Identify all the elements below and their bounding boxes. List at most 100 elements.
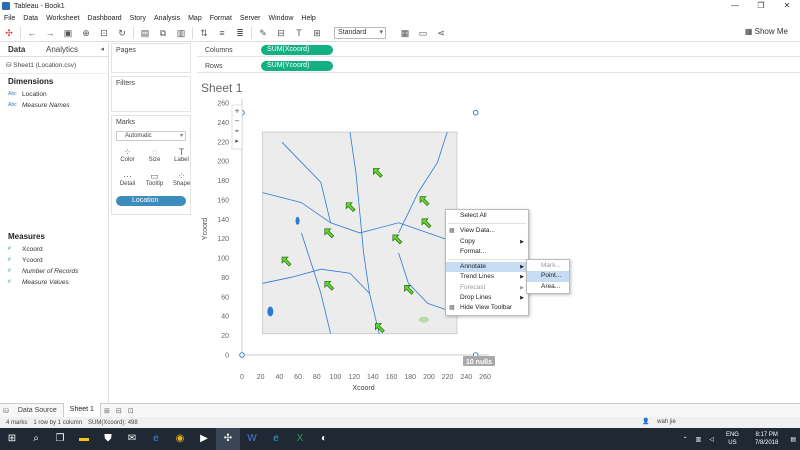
columns-pill[interactable]: SUM(Xcoord) [261, 45, 333, 55]
group-icon[interactable]: ⊟ [276, 28, 286, 38]
duplicate-sheet-icon[interactable]: ⧉ [158, 28, 168, 38]
location-detail-pill[interactable]: Location [116, 196, 186, 206]
tray-chevron-icon[interactable]: ⌃ [683, 436, 688, 443]
new-sheet-icon[interactable]: ⊞ [104, 407, 110, 415]
show-cards-icon[interactable]: ▦ [400, 28, 410, 38]
field-ycoord[interactable]: # Ycoord [0, 255, 108, 266]
mail-icon[interactable]: ✉ [120, 428, 144, 450]
clear-sheet-icon[interactable]: ▥ [176, 28, 186, 38]
filters-card[interactable]: Filters [111, 76, 191, 112]
close-button[interactable]: ✕ [774, 0, 800, 12]
field-measure-values[interactable]: # Measure Values [0, 277, 108, 288]
menu-analysis[interactable]: Analysis [150, 15, 184, 22]
fix-axes-icon[interactable]: ⊞ [312, 28, 322, 38]
forward-icon[interactable]: → [45, 28, 55, 38]
field-measure-names[interactable]: Abc Measure Names [0, 100, 108, 111]
notifications-icon[interactable]: ▤ [790, 436, 796, 443]
menu-item-drop-lines[interactable]: Drop Lines ▶ [446, 293, 528, 303]
view-size-select[interactable]: Standard [334, 26, 386, 39]
detail-button[interactable]: ⋯ Detail [115, 169, 140, 191]
menu-file[interactable]: File [0, 15, 19, 22]
collapse-icon[interactable]: ◂ [100, 45, 104, 53]
file-explorer-icon[interactable]: ▬ [72, 428, 96, 450]
menu-item-copy[interactable]: Copy ▶ [446, 237, 528, 247]
menu-window[interactable]: Window [265, 15, 298, 22]
tableau-taskbar-icon[interactable]: ✣ [216, 428, 240, 450]
volume-icon[interactable]: ◁ [709, 436, 714, 443]
ie-icon[interactable]: e [264, 428, 288, 450]
menu-server[interactable]: Server [236, 15, 265, 22]
menu-item-trend-lines[interactable]: Trend Lines ▶ [446, 272, 528, 282]
menu-worksheet[interactable]: Worksheet [42, 15, 83, 22]
highlight-icon[interactable]: ✎ [258, 28, 268, 38]
show-me-button[interactable]: ▦ Show Me [745, 27, 788, 36]
presentation-icon[interactable]: ▭ [418, 28, 428, 38]
minimize-button[interactable]: — [722, 0, 748, 12]
y-tick-label: 220 [217, 139, 229, 146]
new-story-icon[interactable]: ⊡ [128, 407, 134, 415]
datasource-item[interactable]: ⛁ Sheet1 (Location.csv) [0, 57, 108, 74]
labels-icon[interactable]: T [294, 28, 304, 38]
field-location[interactable]: Abc Location [0, 89, 108, 100]
share-icon[interactable]: ⋖ [436, 28, 446, 38]
new-dashboard-icon[interactable]: ⊟ [116, 407, 122, 415]
app-icon[interactable]: ◐ [312, 428, 336, 450]
lang-indicator[interactable]: ENG US [722, 431, 743, 447]
data-source-tab[interactable]: Data Source [12, 404, 63, 418]
tab-data[interactable]: Data [0, 43, 36, 56]
menu-story[interactable]: Story [126, 15, 150, 22]
field-number-of-records[interactable]: # Number of Records [0, 266, 108, 277]
back-icon[interactable]: ← [27, 28, 37, 38]
zoom-out-icon[interactable]: − [234, 117, 240, 125]
word-icon[interactable]: W [240, 428, 264, 450]
menu-item-format[interactable]: Format... [446, 247, 528, 257]
chrome-icon[interactable]: ◉ [168, 428, 192, 450]
shape-button[interactable]: ⁘ Shape [169, 169, 194, 191]
menu-map[interactable]: Map [184, 15, 206, 22]
tableau-home-icon[interactable]: ✣ [4, 28, 14, 38]
sheet1-tab[interactable]: Sheet 1 [62, 403, 101, 418]
submenu-item-point[interactable]: Point... [527, 271, 569, 282]
save-icon[interactable]: ▣ [63, 28, 73, 38]
tab-analytics[interactable]: Analytics [36, 43, 78, 56]
maximize-button[interactable]: ❐ [748, 0, 774, 12]
toolbar-expand-icon[interactable]: ▸ [235, 137, 239, 145]
task-view-icon[interactable]: ❐ [48, 428, 72, 450]
mark-type-select[interactable]: Automatic [116, 131, 186, 141]
menu-data[interactable]: Data [19, 15, 42, 22]
clock[interactable]: 8:17 PM 7/8/2018 [751, 431, 782, 447]
sort-desc-icon[interactable]: ≣ [235, 28, 245, 38]
network-icon[interactable]: ▥ [696, 436, 702, 443]
media-icon[interactable]: ▶ [192, 428, 216, 450]
zoom-in-icon[interactable]: + [234, 107, 240, 115]
pages-card[interactable]: Pages [111, 43, 191, 73]
run-update-icon[interactable]: ↻ [117, 28, 127, 38]
menu-item-hide-view-toolbar[interactable]: ▦ Hide View Toolbar [446, 303, 528, 313]
label-button[interactable]: T Label [169, 145, 194, 167]
sort-asc-icon[interactable]: ≡ [217, 28, 227, 38]
size-button[interactable]: ◌ Size [142, 145, 167, 167]
store-icon[interactable]: ⛊ [96, 428, 120, 450]
menu-item-view-data[interactable]: ▦ View Data... [446, 226, 528, 236]
new-worksheet-icon[interactable]: ▤ [140, 28, 150, 38]
color-button[interactable]: ⁘ Color [115, 145, 140, 167]
pin-icon[interactable]: ⌖ [235, 127, 239, 135]
scatter-point[interactable] [239, 352, 245, 358]
swap-icon[interactable]: ⇅ [199, 28, 209, 38]
scatter-point[interactable] [472, 109, 479, 116]
field-xcoord[interactable]: # Xcoord [0, 244, 108, 255]
submenu-item-area[interactable]: Area... [527, 282, 569, 292]
menu-item-annotate[interactable]: Annotate ▶ [446, 262, 528, 273]
menu-help[interactable]: Help [297, 15, 319, 22]
menu-dashboard[interactable]: Dashboard [83, 15, 125, 22]
rows-pill[interactable]: SUM(Ycoord) [261, 61, 333, 71]
menu-format[interactable]: Format [206, 15, 236, 22]
excel-icon[interactable]: X [288, 428, 312, 450]
windows-start-icon[interactable]: ⊞ [0, 428, 24, 450]
pause-updates-icon[interactable]: ⊡ [99, 28, 109, 38]
tooltip-button[interactable]: ▭ Tooltip [142, 169, 167, 191]
edge-icon[interactable]: e [144, 428, 168, 450]
search-icon[interactable]: ⌕ [24, 428, 48, 450]
menu-item-select-all[interactable]: Select All [446, 211, 528, 221]
new-datasource-icon[interactable]: ⊕ [81, 28, 91, 38]
